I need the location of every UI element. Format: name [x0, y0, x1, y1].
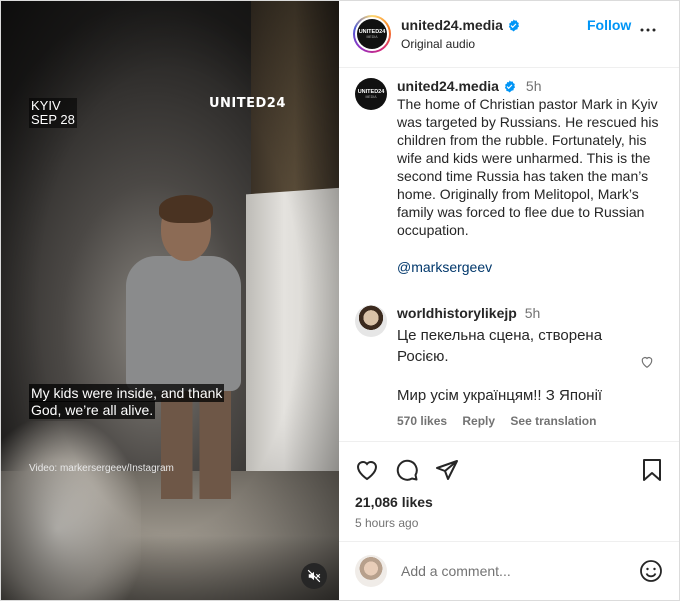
video-credit: Video: markersergeev/Instagram [29, 463, 174, 474]
comment-like-heart-icon[interactable] [640, 355, 654, 369]
speaker-muted-icon [307, 569, 321, 583]
comment-bubble-icon [396, 459, 418, 481]
current-user-avatar [355, 555, 387, 587]
likes-count[interactable]: 21,086 likes [339, 482, 679, 510]
post-actions: 21,086 likes 5 hours ago [339, 441, 679, 530]
post-header: UNITED24 MEDIA united24.media Original a… [339, 1, 679, 68]
caption-time[interactable]: 5h [526, 78, 542, 94]
caption: UNITED24 MEDIA united24.media 5h The hom… [339, 68, 679, 275]
post-side-panel: UNITED24 MEDIA united24.media Original a… [339, 1, 679, 600]
emoji-icon [640, 560, 662, 582]
verified-badge-icon [508, 19, 520, 31]
comments-scroll-area[interactable]: UNITED24 MEDIA united24.media 5h The hom… [339, 68, 679, 440]
comment-text: Це пекельна сцена, створена Росією. [397, 327, 603, 365]
add-comment-input[interactable] [399, 562, 613, 580]
action-icons [339, 442, 679, 482]
caption-avatar[interactable]: UNITED24 MEDIA [355, 78, 387, 110]
comment-meta: 570 likes Reply See translation [397, 414, 647, 428]
see-translation-button[interactable]: See translation [510, 414, 596, 428]
video-subtitle: My kids were inside, and thank God, we’r… [29, 384, 239, 419]
location-overlay: KYIV SEP 28 [29, 98, 77, 128]
caption-avatar-sub: MEDIA [365, 95, 377, 99]
avatar-logo: UNITED24 MEDIA [357, 19, 387, 49]
avatar-logo-sub: MEDIA [366, 35, 378, 39]
add-comment-bar [339, 541, 679, 600]
post-dialog: KYIV SEP 28 UNITED24 My kids were inside… [0, 0, 680, 601]
comment-item: worldhistorylikejp 5h Це пекельна сцена,… [339, 275, 679, 428]
header-text: united24.media Original audio [401, 17, 520, 51]
comment-time[interactable]: 5h [525, 305, 541, 321]
reply-button[interactable]: Reply [462, 414, 495, 428]
author-username-text[interactable]: united24.media [401, 17, 503, 33]
caption-username[interactable]: united24.media [397, 78, 499, 94]
location-text: KYIV [31, 98, 61, 113]
commenter-avatar[interactable] [355, 305, 387, 337]
share-button[interactable] [435, 458, 459, 482]
caption-header: united24.media 5h [397, 78, 659, 94]
comment-likes[interactable]: 570 likes [397, 414, 447, 428]
audio-label[interactable]: Original audio [401, 37, 520, 51]
caption-text: The home of Christian pastor Mark in Kyi… [397, 96, 659, 238]
bookmark-icon [643, 459, 661, 481]
heart-icon [356, 461, 378, 481]
paper-plane-icon [436, 460, 458, 480]
subtitle-text: My kids were inside, and thank God, we’r… [29, 384, 225, 419]
save-button[interactable] [641, 458, 663, 482]
vignette [1, 1, 339, 600]
emoji-button[interactable] [639, 559, 663, 583]
caption-body: united24.media 5h The home of Christian … [397, 78, 659, 275]
like-button[interactable] [355, 458, 379, 482]
verified-badge-icon [504, 80, 516, 92]
brand-watermark: UNITED24 [209, 96, 286, 111]
post-time[interactable]: 5 hours ago [339, 510, 679, 530]
comment-body: worldhistorylikejp 5h Це пекельна сцена,… [397, 305, 647, 428]
mention-link[interactable]: @marksergeev [397, 259, 659, 275]
mute-button[interactable] [301, 563, 327, 589]
date-text: SEP 28 [31, 112, 75, 127]
follow-button[interactable]: Follow [587, 17, 631, 33]
avatar-inner: UNITED24 MEDIA [355, 17, 389, 51]
author-username[interactable]: united24.media [401, 17, 520, 33]
commenter-username[interactable]: worldhistorylikejp [397, 305, 517, 321]
author-avatar[interactable]: UNITED24 MEDIA [353, 15, 391, 53]
video-player[interactable]: KYIV SEP 28 UNITED24 My kids were inside… [1, 1, 339, 600]
comment-header: worldhistorylikejp 5h [397, 305, 647, 321]
comment-button[interactable] [395, 458, 419, 482]
comment-text-2: Мир усім українцям!! З Японії [397, 387, 603, 404]
more-options-icon[interactable] [639, 21, 657, 39]
